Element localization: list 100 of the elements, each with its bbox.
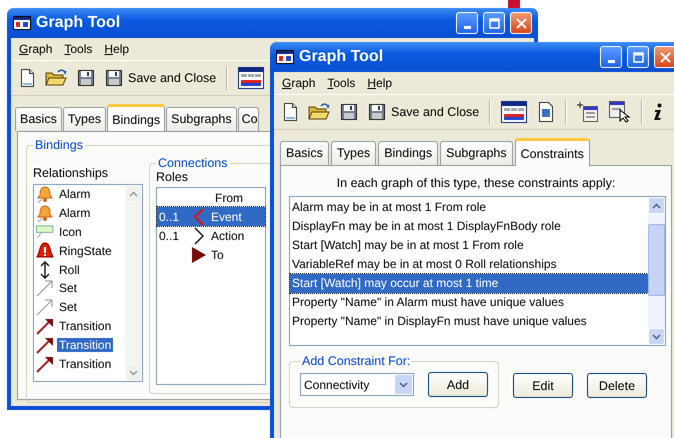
list-item[interactable]: Start [Watch] may be in at most 1 From role xyxy=(290,236,648,255)
group-title: Bindings xyxy=(34,138,84,152)
chevron-left-icon xyxy=(193,208,205,226)
open-folder-icon[interactable] xyxy=(308,103,330,121)
roles-label: Roles xyxy=(156,170,188,184)
scrollbar[interactable] xyxy=(125,185,142,381)
close-button[interactable] xyxy=(654,46,674,68)
list-item[interactable]: Transition xyxy=(57,356,114,371)
scroll-up-button[interactable] xyxy=(125,185,142,202)
arrow-icon xyxy=(36,279,54,298)
new-form-icon[interactable] xyxy=(577,102,600,122)
constraints-caption: In each graph of this type, these constraints apply: xyxy=(336,175,616,192)
list-item[interactable]: Property "Name" in Alarm must have unique values xyxy=(290,293,648,312)
role-name: To xyxy=(211,248,224,262)
chevron-down-icon xyxy=(652,334,661,340)
minimize-button[interactable] xyxy=(456,12,478,34)
multiplicity-text: 0..1 xyxy=(159,210,180,224)
list-item[interactable]: Roll xyxy=(57,262,82,277)
app-icon xyxy=(13,16,31,30)
role-name: Action xyxy=(211,228,244,242)
chevron-up-icon xyxy=(129,190,138,196)
chevron-down-icon xyxy=(399,382,408,388)
info-icon[interactable] xyxy=(653,103,664,121)
menu-item[interactable]: Tools xyxy=(321,76,362,90)
maximize-button[interactable] xyxy=(627,46,649,68)
window-logo-icon[interactable] xyxy=(238,67,264,89)
tab[interactable]: Basics xyxy=(280,141,329,165)
list-item[interactable]: RingState xyxy=(57,244,114,258)
tab[interactable]: Constraints xyxy=(514,138,590,166)
tab[interactable]: Bindings xyxy=(107,104,166,131)
save-icon xyxy=(368,103,386,121)
list-item[interactable]: Transition xyxy=(57,318,114,333)
save-and-close-button[interactable]: Save and Close xyxy=(368,103,480,121)
role-name: Event xyxy=(211,210,242,224)
tag-icon xyxy=(36,224,54,240)
form-pointer-icon[interactable] xyxy=(609,101,632,123)
new-file-icon[interactable] xyxy=(19,69,35,87)
window-title: Graph Tool xyxy=(299,48,384,66)
table-row[interactable]: To xyxy=(157,245,265,264)
menu-item[interactable]: Tools xyxy=(58,42,98,56)
scroll-down-button[interactable] xyxy=(125,364,142,381)
multiplicity-text: 0..1 xyxy=(159,228,180,242)
save-icon[interactable] xyxy=(77,69,95,87)
scroll-down-button[interactable] xyxy=(648,328,665,345)
app-icon xyxy=(276,50,294,64)
list-item[interactable]: Alarm xyxy=(57,187,92,202)
add-button[interactable]: Add xyxy=(428,372,488,397)
column-header: From xyxy=(214,190,244,204)
tab[interactable]: Types xyxy=(62,107,106,131)
maximize-icon xyxy=(488,18,500,28)
list-item[interactable]: Set xyxy=(57,281,80,296)
tab[interactable]: Bindings xyxy=(378,141,438,165)
arrow-icon xyxy=(36,336,54,354)
window-logo-icon[interactable] xyxy=(501,101,528,123)
edit-button[interactable]: Edit xyxy=(513,373,573,398)
maximize-icon xyxy=(632,52,644,62)
list-item[interactable]: Alarm xyxy=(57,206,92,220)
tab[interactable]: Subgraphs xyxy=(440,141,513,165)
menu-item[interactable]: Help xyxy=(98,42,136,56)
constraint-type-dropdown[interactable]: Connectivity xyxy=(300,373,414,396)
tab[interactable]: Basics xyxy=(15,107,62,131)
list-item[interactable]: Property "Name" in DisplayFn must have unique values xyxy=(290,312,648,331)
menu-item[interactable]: Help xyxy=(361,76,398,90)
close-icon xyxy=(660,52,670,62)
tab[interactable]: Subgraphs xyxy=(166,107,237,131)
open-folder-icon[interactable] xyxy=(45,69,67,87)
delete-button[interactable]: Delete xyxy=(587,373,647,398)
window-title: Graph Tool xyxy=(36,14,120,32)
menu-item[interactable]: Graph xyxy=(276,76,322,90)
chevron-down-icon xyxy=(129,370,138,376)
list-item[interactable]: Icon xyxy=(57,224,84,239)
tab[interactable]: Co xyxy=(238,107,259,131)
save-and-close-button[interactable]: Save and Close xyxy=(105,69,216,87)
table-row[interactable]: 0..1 Event xyxy=(157,207,265,226)
list-item[interactable]: Transition xyxy=(57,338,114,352)
minimize-icon xyxy=(464,26,470,28)
close-icon xyxy=(516,18,526,28)
scroll-up-button[interactable] xyxy=(648,197,665,214)
triangle-icon xyxy=(191,246,207,264)
list-item[interactable]: Set xyxy=(57,300,80,314)
menu-item[interactable]: Graph xyxy=(13,42,58,56)
list-item[interactable]: Alarm may be in at most 1 From role xyxy=(290,198,648,217)
list-item[interactable]: VariableRef may be in at most 0 Roll relationships xyxy=(290,255,648,274)
new-file-icon[interactable] xyxy=(282,103,298,121)
group-title: Add Constraint For: xyxy=(301,354,412,368)
list-item[interactable]: DisplayFn may be in at most 1 DisplayFnBody role xyxy=(290,217,648,236)
table-row[interactable]: 0..1 Action xyxy=(157,226,265,245)
tab[interactable]: Types xyxy=(330,141,376,165)
scroll-thumb[interactable] xyxy=(648,224,665,296)
maximize-button[interactable] xyxy=(483,12,505,34)
list-item[interactable]: Start [Watch] may occur at most 1 time xyxy=(290,274,648,293)
minimize-button[interactable] xyxy=(600,46,622,68)
arrow-icon xyxy=(36,298,54,316)
save-icon[interactable] xyxy=(340,103,358,121)
alert-bell-icon xyxy=(36,242,54,260)
close-button[interactable] xyxy=(510,12,532,34)
save-icon xyxy=(105,69,123,87)
scrollbar[interactable] xyxy=(648,197,665,345)
document-icon[interactable] xyxy=(537,102,556,122)
arrow-icon xyxy=(36,316,54,335)
